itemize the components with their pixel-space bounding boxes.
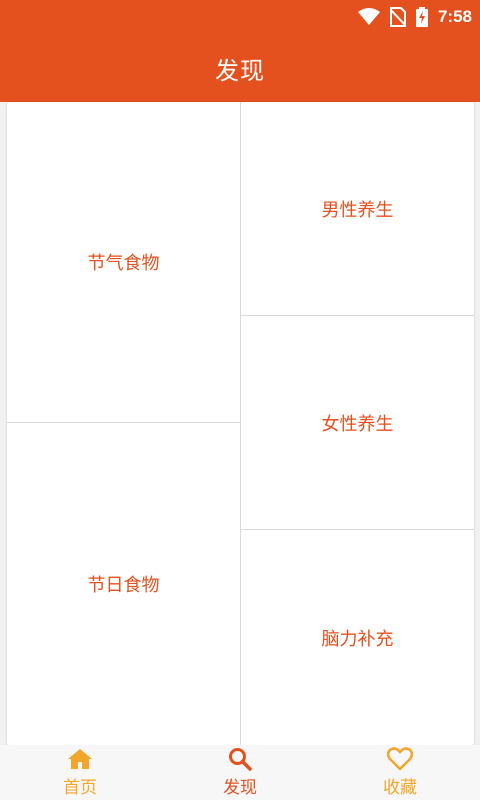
app-bar: 发现 bbox=[0, 34, 480, 102]
tile-label: 女性养生 bbox=[321, 413, 394, 435]
nav-label-discover: 发现 bbox=[223, 778, 257, 798]
heart-icon bbox=[387, 747, 413, 771]
tile-label: 男性养生 bbox=[321, 199, 394, 221]
status-time: 7:58 bbox=[437, 7, 472, 26]
row-divider-left bbox=[7, 422, 240, 423]
nav-label-favorites: 收藏 bbox=[383, 778, 417, 798]
row-divider-right-2 bbox=[241, 529, 474, 530]
tile-female-health[interactable]: 女性养生 bbox=[241, 316, 474, 529]
tile-label: 节气食物 bbox=[87, 253, 160, 274]
home-icon bbox=[67, 747, 93, 771]
bottom-nav: 首页 发现 收藏 bbox=[0, 745, 480, 800]
search-icon bbox=[228, 747, 252, 771]
nav-item-favorites[interactable]: 收藏 bbox=[320, 747, 480, 798]
category-grid: 节气食物 节日食物 男性养生 女性养生 脑力补充 bbox=[7, 102, 474, 745]
battery-charging-icon bbox=[415, 7, 428, 27]
nav-item-discover[interactable]: 发现 bbox=[160, 747, 320, 798]
status-bar: 7:58 bbox=[0, 0, 480, 34]
tile-solar-term-food[interactable]: 节气食物 bbox=[7, 102, 240, 422]
tile-label: 节日食物 bbox=[87, 575, 160, 596]
nav-label-home: 首页 bbox=[63, 778, 97, 798]
nav-item-home[interactable]: 首页 bbox=[0, 747, 160, 798]
tile-male-health[interactable]: 男性养生 bbox=[241, 102, 474, 315]
no-sim-icon bbox=[389, 7, 406, 27]
tile-brain-boost[interactable]: 脑力补充 bbox=[241, 530, 474, 745]
tile-label: 脑力补充 bbox=[321, 628, 394, 650]
row-divider-right-1 bbox=[241, 315, 474, 316]
column-divider bbox=[240, 102, 241, 745]
tile-festival-food[interactable]: 节日食物 bbox=[7, 423, 240, 745]
wifi-icon bbox=[357, 8, 380, 26]
page-title: 发现 bbox=[215, 56, 265, 85]
